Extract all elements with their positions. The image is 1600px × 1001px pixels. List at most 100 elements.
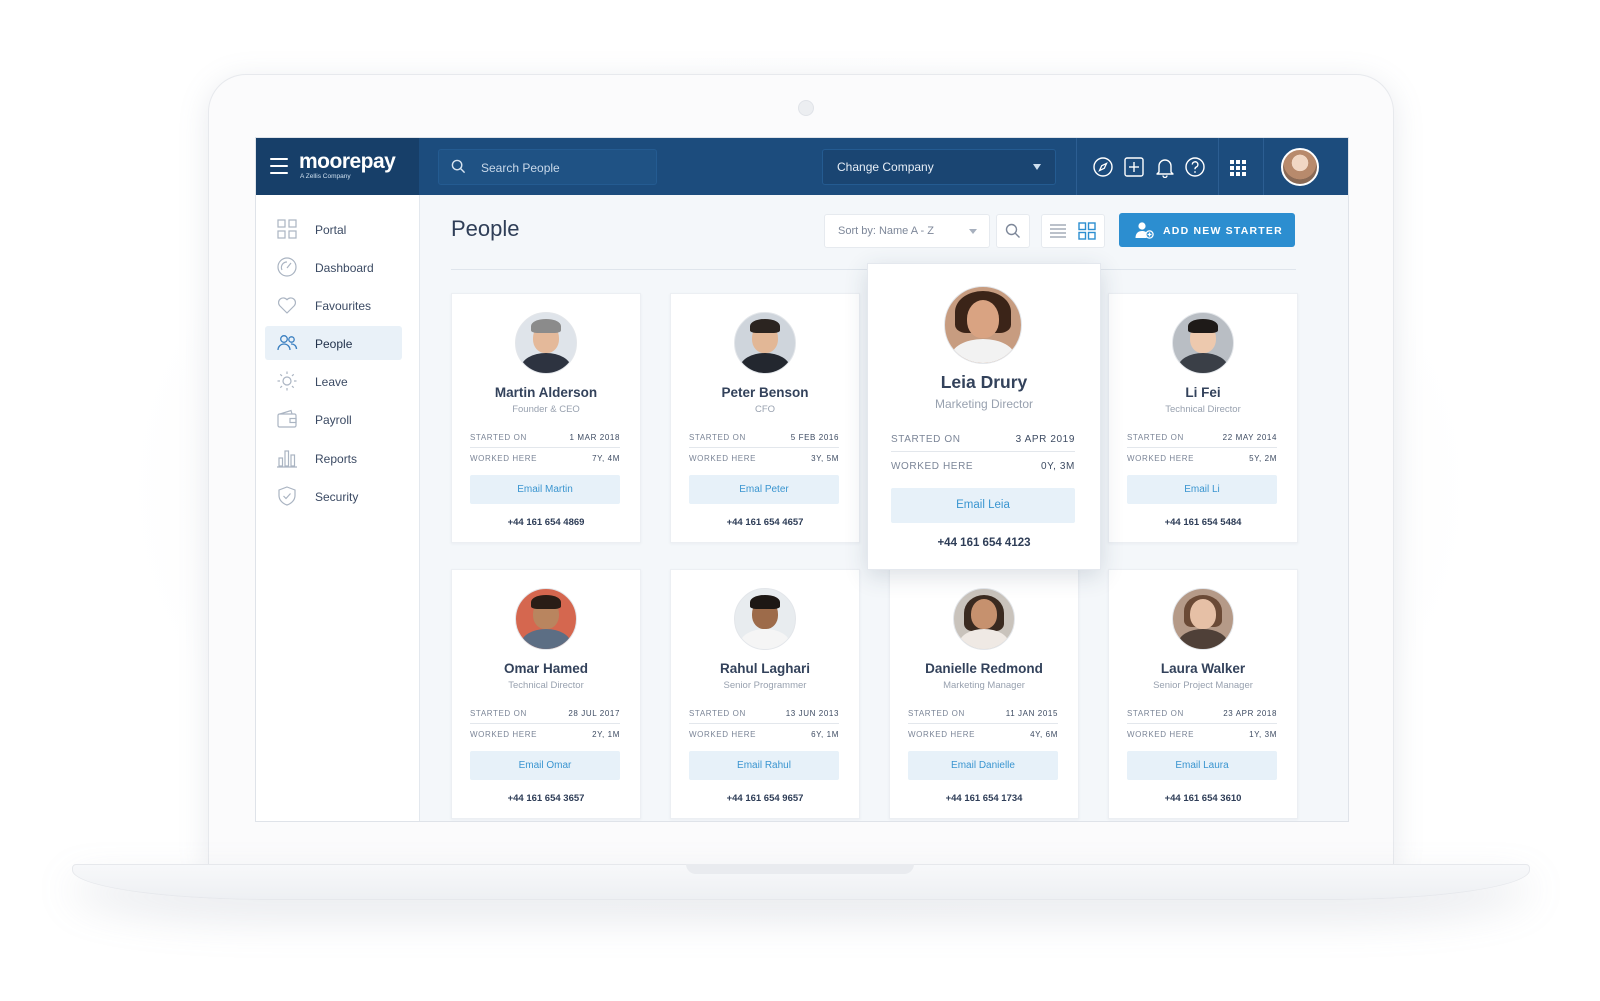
sidebar-item-payroll[interactable]: Payroll <box>265 402 402 436</box>
phone-link[interactable]: +44 161 654 4123 <box>868 537 1100 549</box>
sidebar-item-security[interactable]: Security <box>265 479 402 513</box>
worked-here-row: WORKED HERE 4Y, 6M <box>908 730 1058 739</box>
sidebar-item-label: Payroll <box>315 413 352 427</box>
person-name: Laura Walker <box>1160 661 1246 676</box>
started-on-value: 3 APR 2019 <box>1015 434 1075 445</box>
email-button[interactable]: Email Omar <box>470 751 620 780</box>
change-company-label: Change Company <box>837 160 934 174</box>
worked-here-value: 0Y, 3M <box>1041 461 1075 472</box>
person-role: Marketing Director <box>934 397 1034 411</box>
email-button[interactable]: Email Leia <box>891 488 1075 523</box>
change-company-select[interactable]: Change Company <box>822 149 1056 185</box>
person-role: Technical Director <box>1165 404 1241 415</box>
apps-grid-icon[interactable] <box>1227 157 1249 179</box>
search-input[interactable] <box>479 158 653 178</box>
chevron-down-icon <box>1033 164 1041 170</box>
phone-link[interactable]: +44 161 654 3610 <box>1109 793 1297 804</box>
avatar <box>1172 312 1234 374</box>
worked-here-row: WORKED HERE 2Y, 1M <box>470 730 620 739</box>
brand-tagline: A Zellis Company <box>300 173 351 180</box>
started-on-value: 22 MAY 2014 <box>1222 433 1277 442</box>
page-title: People <box>451 216 520 241</box>
list-view-icon[interactable] <box>1049 223 1067 239</box>
sidebar-item-favourites[interactable]: Favourites <box>265 288 402 322</box>
add-new-starter-label: ADD NEW STARTER <box>1163 225 1283 237</box>
sidebar-item-portal[interactable]: Portal <box>265 212 402 246</box>
started-on-row: STARTED ON 5 FEB 2016 <box>689 429 839 448</box>
person-name: Leia Drury <box>940 372 1028 392</box>
worked-here-value: 7Y, 4M <box>592 454 620 463</box>
avatar <box>953 588 1015 650</box>
started-on-row: STARTED ON 1 MAR 2018 <box>470 429 620 448</box>
person-name: Peter Benson <box>721 385 809 400</box>
search-icon <box>451 159 466 174</box>
toolbar-separator <box>1218 138 1219 195</box>
started-on-row: STARTED ON 28 JUL 2017 <box>470 705 620 724</box>
worked-here-value: 6Y, 1M <box>811 730 839 739</box>
started-on-value: 5 FEB 2016 <box>790 433 839 442</box>
email-button[interactable]: Email Laura <box>1127 751 1277 780</box>
person-name: Rahul Laghari <box>719 661 810 676</box>
worked-here-value: 5Y, 2M <box>1249 454 1277 463</box>
sidebar-item-label: Reports <box>315 452 358 466</box>
menu-icon[interactable] <box>270 158 288 174</box>
worked-here-row: WORKED HERE 7Y, 4M <box>470 454 620 463</box>
phone-link[interactable]: +44 161 654 3657 <box>452 793 640 804</box>
add-new-starter-button[interactable]: ADD NEW STARTER <box>1119 213 1295 247</box>
worked-here-value: 4Y, 6M <box>1030 730 1058 739</box>
top-bar: moorepay A Zellis Company Change Company <box>256 138 1348 195</box>
person-name: Li Fei <box>1185 385 1221 400</box>
toolbar-separator <box>1076 138 1077 195</box>
email-button[interactable]: Email Martin <box>470 475 620 504</box>
shield-icon <box>278 486 296 506</box>
started-on-row: STARTED ON 3 APR 2019 <box>891 429 1075 452</box>
sort-label: Sort by: Name A - Z <box>838 225 934 237</box>
person-role: Senior Project Manager <box>1153 680 1253 691</box>
gauge-icon <box>277 257 297 277</box>
brand-area: moorepay A Zellis Company <box>256 138 419 195</box>
started-on-row: STARTED ON 13 JUN 2013 <box>689 705 839 724</box>
person-role: Founder & CEO <box>512 404 580 415</box>
sort-select[interactable]: Sort by: Name A - Z <box>824 214 990 248</box>
person-name: Omar Hamed <box>503 661 589 676</box>
bell-icon[interactable] <box>1154 156 1176 178</box>
sidebar-item-reports[interactable]: Reports <box>265 441 402 475</box>
worked-here-row: WORKED HERE 0Y, 3M <box>891 461 1075 472</box>
email-button[interactable]: Email Danielle <box>908 751 1058 780</box>
search-button[interactable] <box>996 214 1030 248</box>
avatar <box>1172 588 1234 650</box>
phone-link[interactable]: +44 161 654 4657 <box>671 517 859 528</box>
phone-link[interactable]: +44 161 654 1734 <box>890 793 1078 804</box>
person-card: Omar Hamed Technical Director STARTED ON… <box>451 569 641 819</box>
phone-link[interactable]: +44 161 654 9657 <box>671 793 859 804</box>
sidebar-item-label: Dashboard <box>315 261 374 275</box>
avatar <box>734 588 796 650</box>
person-name: Martin Alderson <box>494 385 598 400</box>
search-box[interactable] <box>438 149 657 185</box>
brand-logo[interactable]: moorepay <box>299 150 396 174</box>
bar-chart-icon <box>277 450 297 468</box>
email-button[interactable]: Email Rahul <box>689 751 839 780</box>
person-role: Senior Programmer <box>723 680 807 691</box>
help-icon[interactable] <box>1184 156 1206 178</box>
phone-link[interactable]: +44 161 654 5484 <box>1109 517 1297 528</box>
sidebar-item-people[interactable]: People <box>265 326 402 360</box>
add-icon[interactable] <box>1123 156 1145 178</box>
user-avatar[interactable] <box>1281 148 1319 186</box>
email-button[interactable]: Email Li <box>1127 475 1277 504</box>
person-role: Technical Director <box>508 680 584 691</box>
started-on-row: STARTED ON 23 APR 2018 <box>1127 705 1277 724</box>
heart-icon <box>277 297 297 314</box>
email-button[interactable]: Emal Peter <box>689 475 839 504</box>
sidebar: Portal Dashboard Favourites People Leave… <box>256 195 420 821</box>
compass-icon[interactable] <box>1092 156 1114 178</box>
person-card: Li Fei Technical Director STARTED ON 22 M… <box>1108 293 1298 543</box>
phone-link[interactable]: +44 161 654 4869 <box>452 517 640 528</box>
sun-icon <box>277 371 297 391</box>
worked-here-value: 2Y, 1M <box>592 730 620 739</box>
sidebar-item-dashboard[interactable]: Dashboard <box>265 250 402 284</box>
grid-view-icon[interactable] <box>1078 222 1096 240</box>
person-card-featured: Leia Drury Marketing Director STARTED ON… <box>867 263 1101 570</box>
sidebar-item-leave[interactable]: Leave <box>265 364 402 398</box>
person-card: Danielle Redmond Marketing Manager START… <box>889 569 1079 819</box>
